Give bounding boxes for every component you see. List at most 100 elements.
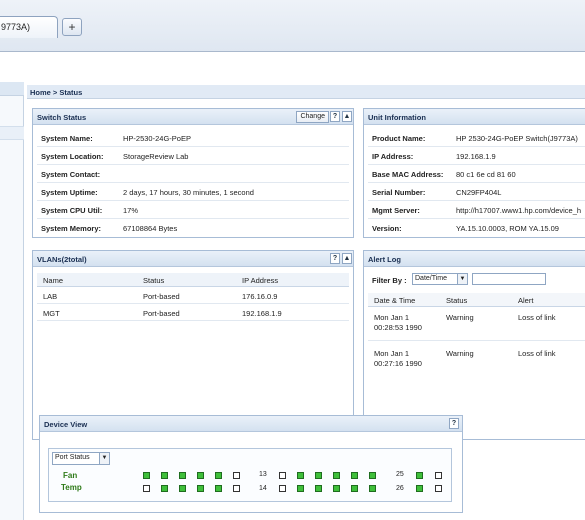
- serial-number-label: Serial Number:: [372, 188, 426, 197]
- system-name-label: System Name:: [41, 134, 93, 143]
- mgmt-server-row: Mgmt Server: http://h17007.www1.hp.com/de…: [368, 201, 585, 219]
- alert-status: Warning: [446, 313, 474, 322]
- switch-port[interactable]: [435, 485, 442, 492]
- switch-port[interactable]: [333, 472, 340, 479]
- switch-port[interactable]: [333, 485, 340, 492]
- fan-indicator: Fan: [63, 471, 78, 480]
- table-row[interactable]: LAB Port-based 176.16.0.9: [37, 288, 349, 304]
- alert-time: 00:28:53 1990: [374, 323, 422, 332]
- switch-port[interactable]: [279, 472, 286, 479]
- nav-header: [0, 82, 24, 96]
- switch-port[interactable]: [416, 472, 423, 479]
- switch-port[interactable]: [143, 472, 150, 479]
- alert-time: 00:27:16 1990: [374, 359, 422, 368]
- switch-port[interactable]: [279, 485, 286, 492]
- switch-port[interactable]: [416, 485, 423, 492]
- product-name-label: Product Name:: [372, 134, 426, 143]
- alert-status: Warning: [446, 349, 474, 358]
- switch-port[interactable]: [197, 472, 204, 479]
- system-contact-row: System Contact:: [37, 165, 349, 183]
- alert-log-title: Alert Log: [368, 255, 401, 264]
- switch-port[interactable]: [161, 485, 168, 492]
- temp-indicator: Temp: [61, 483, 82, 492]
- system-name-row: System Name: HP-2530-24G-PoEP: [37, 129, 349, 147]
- table-row[interactable]: Mon Jan 1 00:27:16 1990 Warning Loss of …: [368, 345, 585, 377]
- serial-number-row: Serial Number: CN29FP404L: [368, 183, 585, 201]
- switch-port[interactable]: [215, 485, 222, 492]
- help-icon[interactable]: ?: [449, 418, 459, 429]
- table-row[interactable]: MGT Port-based 192.168.1.9: [37, 305, 349, 321]
- product-name-row: Product Name: HP 2530-24G-PoEP Switch(J97…: [368, 129, 585, 147]
- system-cpu-value: 17%: [123, 206, 139, 215]
- filter-input[interactable]: [472, 273, 546, 285]
- page-content: Home > Status Switch Status Change ? ▲ S…: [0, 52, 585, 520]
- alert-log-header: Alert Log: [364, 251, 585, 267]
- system-name-value: HP-2530-24G-PoEP: [123, 134, 191, 143]
- alert-filter-bar: Filter By : Date/Time ▼: [368, 273, 548, 289]
- unit-information-panel: Unit Information Product Name: HP 2530-24…: [363, 108, 585, 238]
- switch-port[interactable]: [369, 485, 376, 492]
- switch-port[interactable]: [297, 472, 304, 479]
- vlans-title: VLANs(2total): [37, 255, 87, 264]
- ip-address-row: IP Address: 192.168.1.9: [368, 147, 585, 165]
- version-value: YA.15.10.0003, ROM YA.15.09: [456, 224, 559, 233]
- device-view-header: Device View ?: [40, 416, 462, 432]
- breadcrumb: Home > Status: [27, 85, 585, 99]
- switch-port[interactable]: [315, 485, 322, 492]
- switch-port[interactable]: [161, 472, 168, 479]
- device-view-title: Device View: [44, 420, 88, 429]
- filter-select-value: Date/Time: [415, 275, 448, 282]
- base-mac-row: Base MAC Address: 80 c1 6e cd 81 60: [368, 165, 585, 183]
- nav-item-selected[interactable]: [0, 126, 24, 140]
- collapse-icon[interactable]: ▲: [342, 111, 352, 122]
- switch-port[interactable]: [179, 485, 186, 492]
- switch-status-title: Switch Status: [37, 113, 87, 122]
- switch-port[interactable]: [297, 485, 304, 492]
- switch-port[interactable]: [197, 485, 204, 492]
- switch-port[interactable]: [435, 472, 442, 479]
- vlan-ip: 192.168.1.9: [242, 309, 282, 318]
- switch-port[interactable]: [143, 485, 150, 492]
- system-memory-value: 67108864 Bytes: [123, 224, 178, 233]
- change-button[interactable]: Change: [296, 111, 329, 123]
- switch-port[interactable]: [233, 472, 240, 479]
- switch-port[interactable]: [351, 472, 358, 479]
- port-view-select[interactable]: Port Status ▼: [52, 452, 110, 465]
- browser-tab-bar: 9773A) +: [0, 0, 585, 52]
- switch-port[interactable]: [179, 472, 186, 479]
- system-contact-label: System Contact:: [41, 170, 101, 179]
- mgmt-server-label: Mgmt Server:: [372, 206, 420, 215]
- switch-port[interactable]: [351, 485, 358, 492]
- vlans-header: VLANs(2total) ? ▲: [33, 251, 353, 267]
- switch-port[interactable]: [215, 472, 222, 479]
- collapse-icon[interactable]: ▲: [342, 253, 352, 264]
- filter-label: Filter By :: [372, 276, 407, 285]
- switch-port[interactable]: [369, 472, 376, 479]
- switch-port[interactable]: [315, 472, 322, 479]
- base-mac-value: 80 c1 6e cd 81 60: [456, 170, 516, 179]
- version-row: Version: YA.15.10.0003, ROM YA.15.09: [368, 219, 585, 237]
- chevron-down-icon: ▼: [457, 274, 467, 284]
- port-number-14: 14: [259, 485, 267, 492]
- help-icon[interactable]: ?: [330, 253, 340, 264]
- browser-tab[interactable]: 9773A): [0, 16, 58, 38]
- unit-information-title: Unit Information: [368, 113, 426, 122]
- unit-information-header: Unit Information: [364, 109, 585, 125]
- table-row[interactable]: Mon Jan 1 00:28:53 1990 Warning Loss of …: [368, 309, 585, 341]
- port-number-13: 13: [259, 471, 267, 478]
- port-view-select-value: Port Status: [55, 454, 90, 461]
- filter-select[interactable]: Date/Time ▼: [412, 273, 468, 285]
- new-tab-button[interactable]: +: [62, 18, 82, 36]
- ip-address-label: IP Address:: [372, 152, 414, 161]
- system-uptime-row: System Uptime: 2 days, 17 hours, 30 minut…: [37, 183, 349, 201]
- system-cpu-row: System CPU Util: 17%: [37, 201, 349, 219]
- help-icon[interactable]: ?: [330, 111, 340, 122]
- vlan-name: LAB: [43, 292, 58, 301]
- switch-port[interactable]: [233, 485, 240, 492]
- system-location-row: System Location: StorageReview Lab: [37, 147, 349, 165]
- alert-date: Mon Jan 1: [374, 313, 410, 322]
- alert-message: Loss of link: [518, 313, 556, 322]
- system-uptime-value: 2 days, 17 hours, 30 minutes, 1 second: [123, 188, 254, 197]
- column-header-status: Status: [446, 296, 468, 305]
- mgmt-server-link[interactable]: http://h17007.www1.hp.com/device_h: [456, 206, 581, 215]
